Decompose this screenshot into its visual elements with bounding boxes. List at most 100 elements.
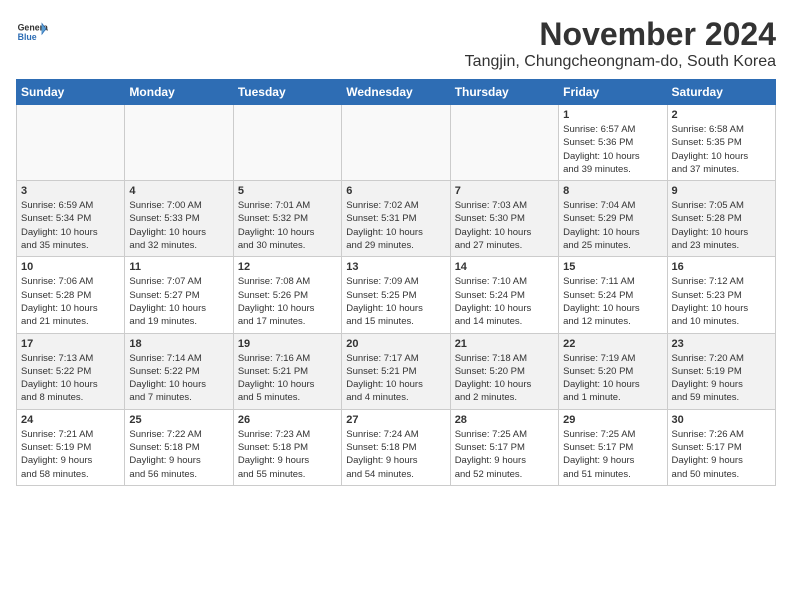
day-info: Sunrise: 7:04 AM Sunset: 5:29 PM Dayligh… bbox=[563, 199, 662, 252]
day-number: 7 bbox=[455, 185, 554, 197]
day-info: Sunrise: 7:23 AM Sunset: 5:18 PM Dayligh… bbox=[238, 428, 337, 481]
day-number: 3 bbox=[21, 185, 120, 197]
day-number: 27 bbox=[346, 414, 445, 426]
day-number: 16 bbox=[672, 261, 771, 273]
day-info: Sunrise: 6:57 AM Sunset: 5:36 PM Dayligh… bbox=[563, 123, 662, 176]
day-info: Sunrise: 7:09 AM Sunset: 5:25 PM Dayligh… bbox=[346, 275, 445, 328]
calendar-day-cell: 6 Sunrise: 7:02 AM Sunset: 5:31 PM Daylig… bbox=[342, 181, 450, 257]
calendar-day-cell: 5 Sunrise: 7:01 AM Sunset: 5:32 PM Daylig… bbox=[233, 181, 341, 257]
day-number: 19 bbox=[238, 338, 337, 350]
location-title: Tangjin, Chungcheongnam-do, South Korea bbox=[465, 53, 776, 71]
day-number: 14 bbox=[455, 261, 554, 273]
day-number: 29 bbox=[563, 414, 662, 426]
calendar-day-cell: 20 Sunrise: 7:17 AM Sunset: 5:21 PM Dayli… bbox=[342, 333, 450, 409]
calendar-week-row: 1 Sunrise: 6:57 AM Sunset: 5:36 PM Daylig… bbox=[17, 105, 776, 181]
calendar-day-cell: 19 Sunrise: 7:16 AM Sunset: 5:21 PM Dayli… bbox=[233, 333, 341, 409]
day-info: Sunrise: 7:25 AM Sunset: 5:17 PM Dayligh… bbox=[455, 428, 554, 481]
calendar-day-cell: 23 Sunrise: 7:20 AM Sunset: 5:19 PM Dayli… bbox=[667, 333, 775, 409]
day-info: Sunrise: 7:16 AM Sunset: 5:21 PM Dayligh… bbox=[238, 352, 337, 405]
day-number: 26 bbox=[238, 414, 337, 426]
day-info: Sunrise: 7:12 AM Sunset: 5:23 PM Dayligh… bbox=[672, 275, 771, 328]
day-info: Sunrise: 7:26 AM Sunset: 5:17 PM Dayligh… bbox=[672, 428, 771, 481]
day-number: 6 bbox=[346, 185, 445, 197]
weekday-header: Thursday bbox=[450, 80, 558, 105]
day-number: 24 bbox=[21, 414, 120, 426]
day-number: 12 bbox=[238, 261, 337, 273]
calendar-day-cell: 22 Sunrise: 7:19 AM Sunset: 5:20 PM Dayli… bbox=[559, 333, 667, 409]
weekday-header: Monday bbox=[125, 80, 233, 105]
day-number: 17 bbox=[21, 338, 120, 350]
day-number: 1 bbox=[563, 109, 662, 121]
day-info: Sunrise: 7:19 AM Sunset: 5:20 PM Dayligh… bbox=[563, 352, 662, 405]
calendar-day-cell: 3 Sunrise: 6:59 AM Sunset: 5:34 PM Daylig… bbox=[17, 181, 125, 257]
weekday-header: Friday bbox=[559, 80, 667, 105]
calendar-day-cell: 27 Sunrise: 7:24 AM Sunset: 5:18 PM Dayli… bbox=[342, 409, 450, 485]
calendar-day-cell: 15 Sunrise: 7:11 AM Sunset: 5:24 PM Dayli… bbox=[559, 257, 667, 333]
day-info: Sunrise: 7:25 AM Sunset: 5:17 PM Dayligh… bbox=[563, 428, 662, 481]
weekday-header: Saturday bbox=[667, 80, 775, 105]
day-info: Sunrise: 7:06 AM Sunset: 5:28 PM Dayligh… bbox=[21, 275, 120, 328]
day-number: 10 bbox=[21, 261, 120, 273]
calendar-header-row: SundayMondayTuesdayWednesdayThursdayFrid… bbox=[17, 80, 776, 105]
calendar-day-cell: 4 Sunrise: 7:00 AM Sunset: 5:33 PM Daylig… bbox=[125, 181, 233, 257]
calendar-week-row: 3 Sunrise: 6:59 AM Sunset: 5:34 PM Daylig… bbox=[17, 181, 776, 257]
calendar-week-row: 10 Sunrise: 7:06 AM Sunset: 5:28 PM Dayli… bbox=[17, 257, 776, 333]
calendar: SundayMondayTuesdayWednesdayThursdayFrid… bbox=[16, 79, 776, 486]
logo: General Blue bbox=[16, 16, 48, 48]
calendar-day-cell: 7Sunrise: 7:03 AM Sunset: 5:30 PM Daylig… bbox=[450, 181, 558, 257]
day-number: 4 bbox=[129, 185, 228, 197]
day-number: 8 bbox=[563, 185, 662, 197]
calendar-day-cell: 26 Sunrise: 7:23 AM Sunset: 5:18 PM Dayli… bbox=[233, 409, 341, 485]
day-number: 5 bbox=[238, 185, 337, 197]
calendar-day-cell: 24Sunrise: 7:21 AM Sunset: 5:19 PM Dayli… bbox=[17, 409, 125, 485]
day-number: 9 bbox=[672, 185, 771, 197]
calendar-week-row: 24Sunrise: 7:21 AM Sunset: 5:19 PM Dayli… bbox=[17, 409, 776, 485]
day-number: 18 bbox=[129, 338, 228, 350]
calendar-day-cell: 17Sunrise: 7:13 AM Sunset: 5:22 PM Dayli… bbox=[17, 333, 125, 409]
day-number: 21 bbox=[455, 338, 554, 350]
calendar-day-cell: 9 Sunrise: 7:05 AM Sunset: 5:28 PM Daylig… bbox=[667, 181, 775, 257]
day-info: Sunrise: 7:22 AM Sunset: 5:18 PM Dayligh… bbox=[129, 428, 228, 481]
calendar-day-cell: 29 Sunrise: 7:25 AM Sunset: 5:17 PM Dayli… bbox=[559, 409, 667, 485]
calendar-day-cell bbox=[450, 105, 558, 181]
day-number: 23 bbox=[672, 338, 771, 350]
calendar-day-cell: 25 Sunrise: 7:22 AM Sunset: 5:18 PM Dayli… bbox=[125, 409, 233, 485]
day-info: Sunrise: 7:05 AM Sunset: 5:28 PM Dayligh… bbox=[672, 199, 771, 252]
day-number: 20 bbox=[346, 338, 445, 350]
day-info: Sunrise: 7:11 AM Sunset: 5:24 PM Dayligh… bbox=[563, 275, 662, 328]
day-info: Sunrise: 7:08 AM Sunset: 5:26 PM Dayligh… bbox=[238, 275, 337, 328]
day-info: Sunrise: 7:01 AM Sunset: 5:32 PM Dayligh… bbox=[238, 199, 337, 252]
calendar-day-cell bbox=[342, 105, 450, 181]
day-info: Sunrise: 7:14 AM Sunset: 5:22 PM Dayligh… bbox=[129, 352, 228, 405]
calendar-day-cell: 1 Sunrise: 6:57 AM Sunset: 5:36 PM Daylig… bbox=[559, 105, 667, 181]
day-number: 15 bbox=[563, 261, 662, 273]
weekday-header: Wednesday bbox=[342, 80, 450, 105]
calendar-day-cell: 16 Sunrise: 7:12 AM Sunset: 5:23 PM Dayli… bbox=[667, 257, 775, 333]
calendar-day-cell bbox=[125, 105, 233, 181]
day-number: 22 bbox=[563, 338, 662, 350]
weekday-header: Sunday bbox=[17, 80, 125, 105]
title-section: November 2024 Tangjin, Chungcheongnam-do… bbox=[465, 16, 776, 71]
calendar-day-cell: 13 Sunrise: 7:09 AM Sunset: 5:25 PM Dayli… bbox=[342, 257, 450, 333]
calendar-day-cell: 11Sunrise: 7:07 AM Sunset: 5:27 PM Dayli… bbox=[125, 257, 233, 333]
day-info: Sunrise: 7:20 AM Sunset: 5:19 PM Dayligh… bbox=[672, 352, 771, 405]
day-number: 25 bbox=[129, 414, 228, 426]
month-title: November 2024 bbox=[465, 16, 776, 53]
calendar-day-cell: 14 Sunrise: 7:10 AM Sunset: 5:24 PM Dayli… bbox=[450, 257, 558, 333]
day-number: 28 bbox=[455, 414, 554, 426]
day-info: Sunrise: 7:17 AM Sunset: 5:21 PM Dayligh… bbox=[346, 352, 445, 405]
day-number: 13 bbox=[346, 261, 445, 273]
header: General Blue November 2024 Tangjin, Chun… bbox=[16, 16, 776, 71]
calendar-day-cell: 28 Sunrise: 7:25 AM Sunset: 5:17 PM Dayli… bbox=[450, 409, 558, 485]
calendar-day-cell bbox=[233, 105, 341, 181]
day-info: Sunrise: 7:02 AM Sunset: 5:31 PM Dayligh… bbox=[346, 199, 445, 252]
day-info: Sunrise: 7:10 AM Sunset: 5:24 PM Dayligh… bbox=[455, 275, 554, 328]
logo-icon: General Blue bbox=[16, 16, 48, 48]
day-info: Sunrise: 7:24 AM Sunset: 5:18 PM Dayligh… bbox=[346, 428, 445, 481]
calendar-day-cell bbox=[17, 105, 125, 181]
day-info: Sunrise: 7:00 AM Sunset: 5:33 PM Dayligh… bbox=[129, 199, 228, 252]
day-info: Sunrise: 7:07 AM Sunset: 5:27 PM Dayligh… bbox=[129, 275, 228, 328]
day-info: Sunrise: 6:58 AM Sunset: 5:35 PM Dayligh… bbox=[672, 123, 771, 176]
day-info: Sunrise: 6:59 AM Sunset: 5:34 PM Dayligh… bbox=[21, 199, 120, 252]
weekday-header: Tuesday bbox=[233, 80, 341, 105]
